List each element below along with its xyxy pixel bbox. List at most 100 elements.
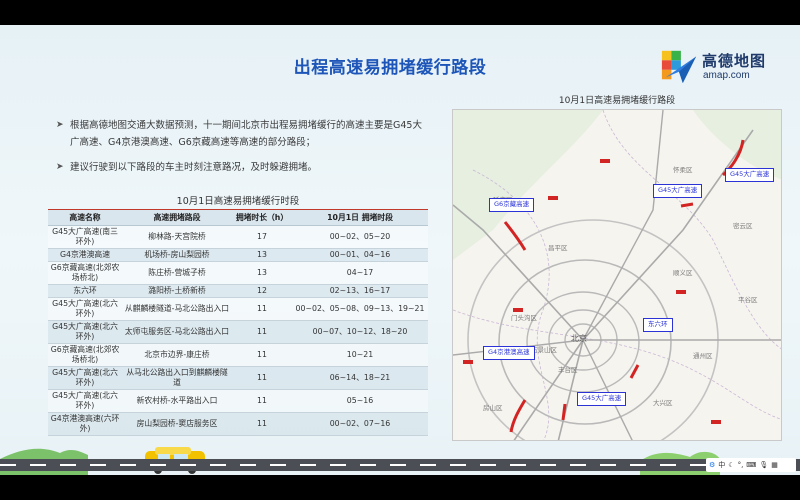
table-cell: 房山梨园桥-窦店服务区 <box>122 412 232 436</box>
table-cell: 11 <box>232 389 292 413</box>
road-lane-marking <box>0 464 800 466</box>
congestion-map[interactable]: 北京 怀柔区 顺义区 昌平区 延庆区 密云区 通州区 门头沟区 房山区 大兴区 … <box>452 109 782 441</box>
table-cell: G45大广高速(北六环外) <box>48 389 122 413</box>
map-badge-g45: G45大广高速 <box>725 168 775 182</box>
table-row: G4京港澳高速 机场桥-房山梨园桥 13 00~01、04~16 <box>48 248 428 262</box>
table-cell: 11 <box>232 412 292 436</box>
ime-language-label[interactable]: 中 <box>718 460 725 470</box>
table-title: 10月1日高速易拥堵缓行时段 <box>176 196 300 207</box>
table-cell: 17 <box>232 225 292 249</box>
table-cell: G6京藏高速(北郊农场桥北) <box>48 261 122 285</box>
highway <box>582 339 633 440</box>
table-row: G6京藏高速(北郊农场桥北) 北京市边界-康庄桥 11 10~21 <box>48 343 428 367</box>
place-label: 石景山区 <box>531 345 558 354</box>
table-cell: G6京藏高速(北郊农场桥北) <box>48 343 122 367</box>
place-label: 北京 <box>571 333 587 343</box>
table-cell: 10~21 <box>292 343 428 367</box>
table-cell: 从马北公路出入口到麒麟楼隧道 <box>122 366 232 390</box>
table-row: G4京港澳高速(六环外) 房山梨园桥-窦店服务区 11 00~02、07~16 <box>48 412 428 436</box>
bullet-item: ➤ 根据高德地图交通大数据预测，十一期间北京市出程易拥堵缓行的高速主要是G45大… <box>56 117 426 151</box>
keyboard-icon[interactable]: ⌨ <box>746 461 756 469</box>
mic-icon[interactable]: 🎙 <box>759 461 768 469</box>
punctuation-icon[interactable]: °, <box>738 461 744 469</box>
place-label: 顺义区 <box>673 269 693 277</box>
place-label: 门头沟区 <box>511 313 538 322</box>
grid-icon[interactable]: ▦ <box>771 461 778 469</box>
amap-logo-url: amap.com <box>703 70 750 81</box>
place-label: 密云区 <box>733 221 753 230</box>
congestion-table: 高速名称 高速拥堵路段 拥堵时长（h） 10月1日 拥堵时段 G45大广高速(南… <box>48 209 428 436</box>
congestion-segment <box>680 202 694 208</box>
column-header: 高速拥堵路段 <box>122 209 232 226</box>
highway <box>557 339 584 440</box>
map-badge-g45: G45大广高速 <box>577 392 627 406</box>
table-cell: 机场桥-房山梨园桥 <box>122 248 232 262</box>
amap-logo-text: 高德地图 <box>702 52 767 70</box>
table-header-row: 高速名称 高速拥堵路段 拥堵时长（h） 10月1日 拥堵时段 <box>48 209 428 226</box>
table-cell: 11 <box>232 366 292 390</box>
congestion-marker <box>463 360 473 364</box>
table-cell: 11 <box>232 320 292 344</box>
ime-toolbar[interactable]: ⚙ 中 ☾ °, ⌨ 🎙 ▦ <box>706 458 796 472</box>
map-badge-g4: G4京港澳高速 <box>483 346 535 360</box>
table-cell: 00~02、05~20 <box>292 225 428 249</box>
congestion-segment <box>561 403 567 421</box>
table-cell: 太师屯服务区-马北公路出入口 <box>122 320 232 344</box>
table-row: G45大广高速(北六环外) 新农村桥-水平路出入口 11 05~16 <box>48 389 428 413</box>
map-badge-east-sixth-ring: 东六环 <box>643 318 673 332</box>
table-cell: 00~02、05~08、09~13、19~21 <box>292 297 428 321</box>
table-cell: 潞阳桥-土桥新桥 <box>122 284 232 298</box>
table-cell: 05~16 <box>292 389 428 413</box>
table-cell: 新农村桥-水平路出入口 <box>122 389 232 413</box>
place-label: 昌平区 <box>548 244 568 252</box>
table-cell: G45大广高速(南三环外) <box>48 225 122 249</box>
table-cell: 11 <box>232 297 292 321</box>
map-title: 10月1日高速易拥堵缓行路段 <box>558 96 676 106</box>
table-cell: 00~01、04~16 <box>292 248 428 262</box>
map-badge-g6: G6京藏高速 <box>489 198 535 212</box>
bullet-text: 根据高德地图交通大数据预测，十一期间北京市出程易拥堵缓行的高速主要是G45大广高… <box>70 120 422 148</box>
column-header: 高速名称 <box>48 209 122 226</box>
table-cell: 06~14、18~21 <box>292 366 428 390</box>
place-label: 怀柔区 <box>673 165 693 174</box>
congestion-marker <box>513 308 523 312</box>
table-cell: G4京港澳高速(六环外) <box>48 412 122 436</box>
table-row: G45大广高速(北六环外) 从马北公路出入口到麒麟楼隧道 11 06~14、18… <box>48 366 428 390</box>
table-row: G45大广高速(北六环外) 从麒麟楼隧道-马北公路出入口 11 00~02、05… <box>48 297 428 321</box>
table-row: G45大广高速(北六环外) 太师屯服务区-马北公路出入口 11 00~07、10… <box>48 320 428 344</box>
congestion-marker <box>548 196 558 200</box>
highway <box>582 110 664 341</box>
moon-icon[interactable]: ☾ <box>728 461 734 469</box>
congestion-marker <box>676 290 686 294</box>
table-cell: 陈庄桥-营城子桥 <box>122 261 232 285</box>
place-label: 丰台区 <box>558 365 578 374</box>
table-cell: 从麒麟楼隧道-马北公路出入口 <box>122 297 232 321</box>
arrow-bullet-icon: ➤ <box>56 162 64 172</box>
table-cell: 13 <box>232 248 292 262</box>
table-cell: 东六环 <box>48 284 122 298</box>
ime-logo-icon[interactable]: ⚙ <box>709 461 715 469</box>
column-header: 拥堵时长（h） <box>232 209 292 226</box>
presentation-slide: 出程高速易拥堵缓行路段 高德地图 amap.com ➤ 根据高德地图交通大数据预… <box>0 25 800 475</box>
place-label: 平谷区 <box>738 295 758 304</box>
table-cell: G45大广高速(北六环外) <box>48 366 122 390</box>
letterbox-top <box>0 0 800 25</box>
letterbox-bottom <box>0 475 800 500</box>
table-cell: G45大广高速(北六环外) <box>48 320 122 344</box>
table-cell: 02~13、16~17 <box>292 284 428 298</box>
table-cell: 04~17 <box>292 261 428 285</box>
place-label: 大兴区 <box>653 398 673 407</box>
bullet-item: ➤ 建议行驶到以下路段的车主时刻注意路况，及时躲避拥堵。 <box>56 159 426 176</box>
arrow-bullet-icon: ➤ <box>56 120 64 130</box>
table-cell: G4京港澳高速 <box>48 248 122 262</box>
table-cell: 北京市边界-康庄桥 <box>122 343 232 367</box>
table-cell: 00~02、07~16 <box>292 412 428 436</box>
table-cell: 00~07、10~12、18~20 <box>292 320 428 344</box>
table-cell: 13 <box>232 261 292 285</box>
amap-logo: 高德地图 amap.com <box>660 45 780 89</box>
congestion-marker <box>600 159 610 163</box>
amap-logo-icon <box>661 50 697 84</box>
table-row: G45大广高速(南三环外) 柳林路-天宫院桥 17 00~02、05~20 <box>48 225 428 249</box>
table-row: G6京藏高速(北郊农场桥北) 陈庄桥-营城子桥 13 04~17 <box>48 261 428 285</box>
map-badge-g45: G45大广高速 <box>653 184 703 198</box>
